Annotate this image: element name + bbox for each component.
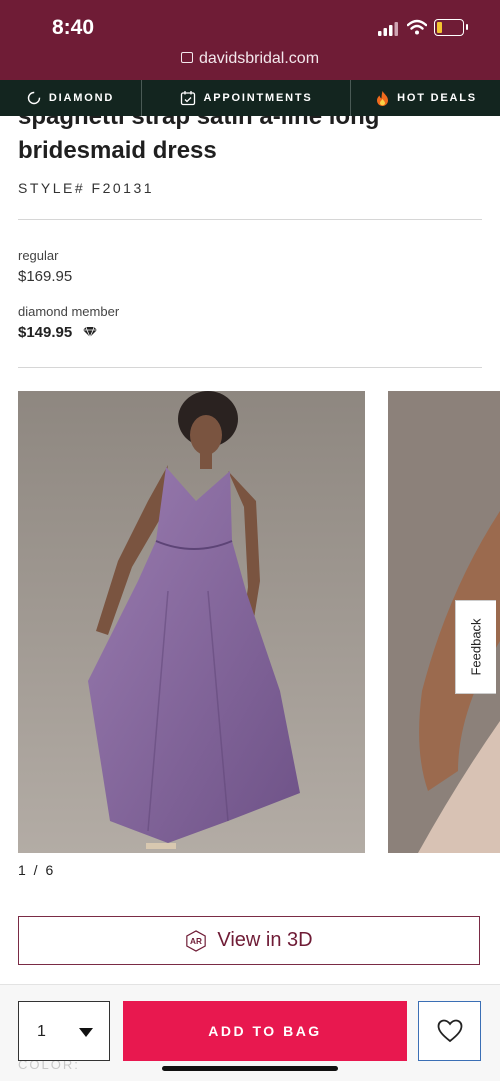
feedback-tab[interactable]: Feedback xyxy=(455,600,496,694)
calendar-check-icon xyxy=(180,91,195,106)
page-content: spaghetti strap satin a-line long brides… xyxy=(0,116,500,1080)
ar-icon: AR xyxy=(186,929,207,952)
product-image-1[interactable] xyxy=(18,391,365,853)
chevron-down-icon xyxy=(79,1028,93,1037)
address-bar[interactable]: davidsbridal.com xyxy=(0,50,500,68)
wifi-icon xyxy=(407,19,427,35)
dress-photo xyxy=(18,391,365,853)
divider xyxy=(18,367,482,368)
wishlist-button[interactable] xyxy=(418,1001,481,1061)
status-bar: 8:40 davidsbridal.com xyxy=(0,0,500,80)
regular-price: $169.95 xyxy=(18,268,73,285)
url-text: davidsbridal.com xyxy=(198,50,320,67)
nav-label: DIAMOND xyxy=(48,92,115,104)
home-indicator xyxy=(162,1066,338,1071)
feedback-label: Feedback xyxy=(468,618,484,676)
quantity-value: 1 xyxy=(37,1023,46,1040)
quantity-select[interactable]: 1 xyxy=(18,1001,110,1061)
diamond-icon xyxy=(83,326,97,338)
nav-label: APPOINTMENTS xyxy=(203,92,313,104)
clock: 8:40 xyxy=(52,16,95,39)
battery-icon xyxy=(434,19,468,36)
lock-icon xyxy=(180,52,193,63)
view-in-3d-button[interactable]: AR View in 3D xyxy=(18,916,480,965)
nav-item-hot-deals[interactable]: HOT DEALS xyxy=(351,80,500,116)
product-title: spaghetti strap satin a-line long brides… xyxy=(18,116,380,164)
gallery-counter: 1 / 6 xyxy=(18,862,56,878)
promo-nav: DIAMOND APPOINTMENTS HOT DEALS xyxy=(0,80,500,116)
member-price-label: diamond member xyxy=(18,304,120,319)
heart-icon xyxy=(437,1019,462,1043)
diamond-ring-icon xyxy=(27,91,41,105)
style-number: STYLE# F20131 xyxy=(18,180,155,196)
member-price: $149.95 xyxy=(18,324,73,341)
fire-icon xyxy=(377,90,389,106)
view-in-3d-label: View in 3D xyxy=(217,929,313,951)
nav-item-appointments[interactable]: APPOINTMENTS xyxy=(142,80,351,116)
add-to-bag-button[interactable]: ADD TO BAG xyxy=(123,1001,407,1061)
signal-icon xyxy=(378,22,398,36)
divider xyxy=(18,219,482,220)
ar-icon-text: AR xyxy=(190,937,202,946)
regular-price-label: regular xyxy=(18,248,59,263)
nav-label: HOT DEALS xyxy=(397,92,477,104)
nav-item-diamond[interactable]: DIAMOND xyxy=(0,80,142,116)
